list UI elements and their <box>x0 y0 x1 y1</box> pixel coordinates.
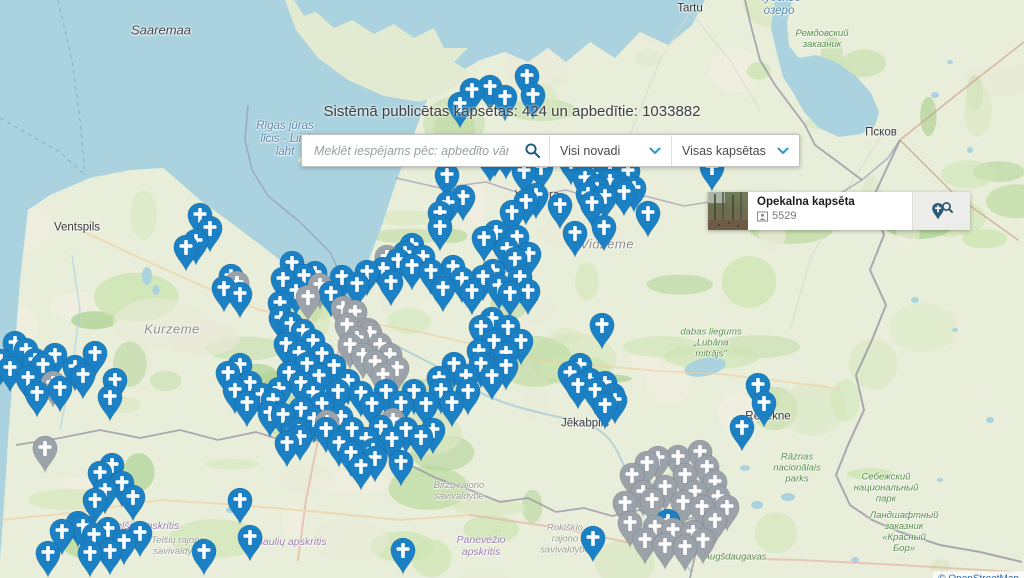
burials-icon <box>757 211 768 222</box>
locate-pin-icon <box>930 200 954 222</box>
popup-info: Opekalna kapsēta 5529 <box>748 192 912 230</box>
cemetery-marker[interactable] <box>563 221 587 257</box>
stats-banner: Sistēmā publicētas kapsētas: 424 un apbe… <box>0 103 1024 120</box>
cemetery-marker[interactable] <box>590 313 614 349</box>
cemetery-select-value: Visas kapsētas <box>682 144 766 158</box>
burials-count: 5529 <box>772 210 796 222</box>
cemetery-marker[interactable] <box>428 215 452 251</box>
cemetery-marker[interactable] <box>48 376 72 412</box>
cemetery-marker[interactable] <box>431 276 455 312</box>
cemetery-marker[interactable] <box>192 539 216 575</box>
chevron-down-icon <box>649 147 661 155</box>
markers-layer <box>0 0 1024 578</box>
cemetery-marker[interactable] <box>98 385 122 421</box>
cemetery-marker[interactable] <box>480 364 504 400</box>
cemetery-marker[interactable] <box>752 391 776 427</box>
cemetery-marker[interactable] <box>36 541 60 577</box>
cemetery-marker[interactable] <box>460 279 484 315</box>
cemetery-marker[interactable] <box>228 282 252 318</box>
cemetery-marker[interactable] <box>391 538 415 574</box>
cemetery-marker[interactable] <box>730 415 754 451</box>
cemetery-marker[interactable] <box>636 201 660 237</box>
search-input[interactable] <box>302 135 515 166</box>
cemetery-marker[interactable] <box>228 488 252 524</box>
cemetery-thumbnail[interactable] <box>708 192 748 230</box>
cemetery-marker[interactable] <box>593 393 617 429</box>
cemetery-marker[interactable] <box>389 450 413 486</box>
cemetery-marker[interactable] <box>440 391 464 427</box>
district-select[interactable]: Visi novadi <box>549 135 671 166</box>
district-select-value: Visi novadi <box>560 144 620 158</box>
cemetery-select[interactable]: Visas kapsētas <box>671 135 799 166</box>
cemetery-marker[interactable] <box>275 431 299 467</box>
search-button[interactable] <box>515 135 549 166</box>
map-attribution[interactable]: © OpenStreetMap <box>933 571 1024 578</box>
cemetery-marker[interactable] <box>25 381 49 417</box>
locate-button[interactable] <box>912 192 970 230</box>
cemetery-marker[interactable] <box>581 526 605 562</box>
popup-title: Opekalna kapsēta <box>757 196 904 208</box>
cemetery-marker[interactable] <box>472 226 496 262</box>
cemetery-marker[interactable] <box>71 363 95 399</box>
search-icon <box>524 142 541 159</box>
cemetery-marker[interactable] <box>235 391 259 427</box>
map-canvas[interactable]: SaaremaaRīgas jūraslīcis - LiivilahtЧудс… <box>0 0 1024 578</box>
cemetery-marker-inactive[interactable] <box>33 436 57 472</box>
cemetery-popup: Opekalna kapsēta 5529 <box>708 192 970 230</box>
cemetery-marker[interactable] <box>78 541 102 577</box>
cemetery-marker[interactable] <box>174 235 198 271</box>
cemetery-marker[interactable] <box>349 454 373 490</box>
cemetery-marker[interactable] <box>238 525 262 561</box>
cemetery-marker[interactable] <box>409 425 433 461</box>
cemetery-marker[interactable] <box>592 215 616 251</box>
cemetery-marker-inactive[interactable] <box>673 535 697 571</box>
cemetery-marker[interactable] <box>121 485 145 521</box>
popup-burials: 5529 <box>757 210 904 222</box>
cemetery-marker[interactable] <box>379 270 403 306</box>
search-bar: Visi novadi Visas kapsētas <box>301 134 800 167</box>
chevron-down-icon <box>777 147 789 155</box>
